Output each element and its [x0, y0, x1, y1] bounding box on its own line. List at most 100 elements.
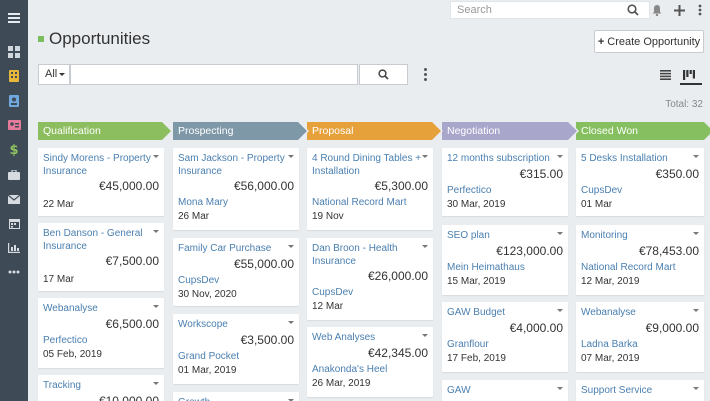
filter-options-icon[interactable] [421, 66, 429, 82]
card-menu-caret-icon[interactable] [288, 321, 294, 324]
opportunity-close-date: 30 Mar, 2019 [447, 198, 506, 210]
opportunity-account-link[interactable]: Perfectico [447, 185, 491, 196]
opportunity-name-link[interactable]: Sam Jackson - Property Insurance [178, 153, 288, 178]
opportunity-name-link[interactable]: Support Service [581, 385, 691, 398]
opportunity-close-date: 26 Mar [178, 211, 210, 222]
opportunity-account-link[interactable]: CupsDev [312, 287, 353, 298]
opportunity-name-link[interactable]: Growth [178, 397, 288, 401]
card-menu-caret-icon[interactable] [557, 309, 563, 312]
opportunity-amount: €45,000.00 [98, 179, 159, 193]
card-menu-caret-icon[interactable] [693, 155, 699, 158]
filter-search-input[interactable] [70, 64, 358, 85]
more-icon[interactable] [0, 260, 28, 284]
email-icon[interactable] [0, 187, 28, 211]
card-menu-caret-icon[interactable] [288, 155, 294, 158]
opportunity-card[interactable]: Webanalyse €9,000.00 Ladna Barka 07 Mar, 20… [576, 302, 704, 372]
opportunity-amount: €3,500.00 [240, 332, 294, 347]
opportunity-account-link[interactable]: Granflour [447, 339, 489, 350]
opportunity-name-link[interactable]: Monitoring [581, 230, 691, 243]
opportunity-account-link[interactable]: National Record Mart [312, 197, 406, 208]
opportunity-name-link[interactable]: 5 Desks Installation [581, 153, 691, 166]
leads-icon[interactable] [0, 113, 28, 137]
opportunity-account-link[interactable]: Mona Mary [178, 197, 228, 208]
opportunity-card[interactable]: Sindy Morens - Property Insurance €45,000… [38, 148, 164, 216]
stage-header-qualification: Qualification [38, 122, 173, 140]
opportunity-card[interactable]: Monitoring €78,453.00 National Record Mart… [576, 225, 704, 295]
opportunity-account-link[interactable]: Grand Pocket [178, 351, 239, 362]
opportunity-name-link[interactable]: 12 months subscription [447, 153, 557, 166]
opportunity-card[interactable]: Webanalyse €6,500.00 Perfectico 05 Feb, 201… [38, 298, 164, 368]
filter-scope-dropdown[interactable]: All [38, 64, 70, 85]
opportunity-card[interactable]: Ben Danson - General Insurance €7,500.00 1… [38, 223, 164, 291]
opportunity-account-link[interactable]: Ladna Barka [581, 339, 638, 350]
opportunity-card[interactable]: 12 months subscription €315.00 Perfectico 3… [442, 148, 568, 216]
contacts-icon[interactable] [0, 89, 28, 113]
card-menu-caret-icon[interactable] [693, 387, 699, 390]
opportunity-account-link[interactable]: National Record Mart [581, 262, 675, 273]
opportunity-card[interactable]: GAW Budget €4,000.00 Granflour 17 Feb, 2019 [442, 302, 568, 372]
cases-icon[interactable] [0, 163, 28, 187]
create-opportunity-label: Create Opportunity [607, 35, 701, 48]
card-menu-caret-icon[interactable] [422, 245, 428, 248]
opportunity-name-link[interactable]: Tracking [43, 380, 153, 393]
card-menu-caret-icon[interactable] [422, 155, 428, 158]
card-menu-caret-icon[interactable] [153, 155, 159, 158]
opportunity-name-link[interactable]: Dan Broon - Health Insurance [312, 243, 422, 268]
global-search-input[interactable]: Search [450, 1, 650, 19]
opportunity-name-link[interactable]: Workscope [178, 319, 288, 332]
opportunity-account-link[interactable]: Mein Heimathaus [447, 262, 525, 273]
calendar-icon[interactable] [0, 211, 28, 235]
filter-search-button[interactable] [359, 64, 408, 85]
opportunity-name-link[interactable]: Ben Danson - General Insurance [43, 228, 153, 253]
opportunity-name-link[interactable]: SEO plan [447, 230, 557, 243]
reports-icon[interactable] [0, 236, 28, 260]
opportunity-card[interactable]: 5 Desks Installation €350.00 CupsDev 01 Mar [576, 148, 704, 216]
opportunities-icon[interactable]: $ [0, 138, 28, 162]
card-menu-caret-icon[interactable] [153, 230, 159, 233]
opportunity-name-link[interactable]: Family Car Purchase [178, 243, 288, 256]
opportunity-card[interactable]: Family Car Purchase €55,000.00 CupsDev 30 N… [173, 238, 299, 306]
opportunity-name-link[interactable]: Sindy Morens - Property Insurance [43, 153, 153, 178]
card-menu-caret-icon[interactable] [693, 309, 699, 312]
list-view-icon[interactable] [660, 67, 671, 85]
opportunity-card[interactable]: GAW [442, 380, 568, 401]
opportunity-name-link[interactable]: GAW Budget [447, 307, 557, 320]
card-menu-caret-icon[interactable] [153, 305, 159, 308]
opportunity-card[interactable]: 4 Round Dining Tables + Installation €5,3… [307, 148, 433, 230]
card-menu-caret-icon[interactable] [557, 155, 563, 158]
opportunity-name-link[interactable]: Webanalyse [43, 303, 153, 316]
opportunity-account-link[interactable]: CupsDev [178, 275, 219, 286]
card-menu-caret-icon[interactable] [693, 232, 699, 235]
card-menu-caret-icon[interactable] [422, 334, 428, 337]
card-menu-caret-icon[interactable] [288, 245, 294, 248]
opportunity-name-link[interactable]: 4 Round Dining Tables + Installation [312, 153, 422, 178]
dashboard-icon[interactable] [0, 40, 28, 64]
menu-dots-icon[interactable] [692, 2, 708, 18]
plus-icon: + [597, 35, 605, 48]
opportunity-card[interactable]: Tracking €10,000.00 [38, 375, 164, 401]
opportunity-account-link[interactable]: Perfectico [43, 335, 87, 346]
search-icon[interactable] [625, 2, 641, 18]
accounts-icon[interactable] [0, 64, 28, 88]
opportunity-name-link[interactable]: Webanalyse [581, 307, 691, 320]
opportunity-card[interactable]: Sam Jackson - Property Insurance €56,000.… [173, 148, 299, 230]
menu-icon[interactable] [0, 6, 28, 30]
add-icon[interactable] [671, 2, 687, 18]
opportunity-card[interactable]: Dan Broon - Health Insurance €26,000.00 Cu… [307, 238, 433, 320]
card-menu-caret-icon[interactable] [153, 382, 159, 385]
card-menu-caret-icon[interactable] [557, 232, 563, 235]
opportunity-name-link[interactable]: Web Analyses [312, 332, 422, 345]
opportunity-name-link[interactable]: GAW [447, 385, 557, 398]
opportunity-card[interactable]: Workscope €3,500.00 Grand Pocket 01 Mar, 20… [173, 314, 299, 384]
opportunity-card[interactable]: Support Service [576, 380, 704, 401]
opportunity-amount: €4,000.00 [509, 320, 563, 335]
opportunity-account-link[interactable]: Anakonda's Heel [312, 364, 387, 375]
opportunity-account-link[interactable]: CupsDev [581, 185, 622, 196]
opportunity-close-date: 05 Feb, 2019 [43, 348, 102, 360]
bell-icon[interactable] [649, 2, 665, 18]
opportunity-card[interactable]: Growth [173, 392, 299, 401]
opportunity-card[interactable]: SEO plan €123,000.00 Mein Heimathaus 15 Mar… [442, 225, 568, 295]
create-opportunity-button[interactable]: + Create Opportunity [594, 30, 704, 53]
card-menu-caret-icon[interactable] [557, 387, 563, 390]
opportunity-card[interactable]: Web Analyses €42,345.00 Anakonda's Heel 26 … [307, 327, 433, 397]
